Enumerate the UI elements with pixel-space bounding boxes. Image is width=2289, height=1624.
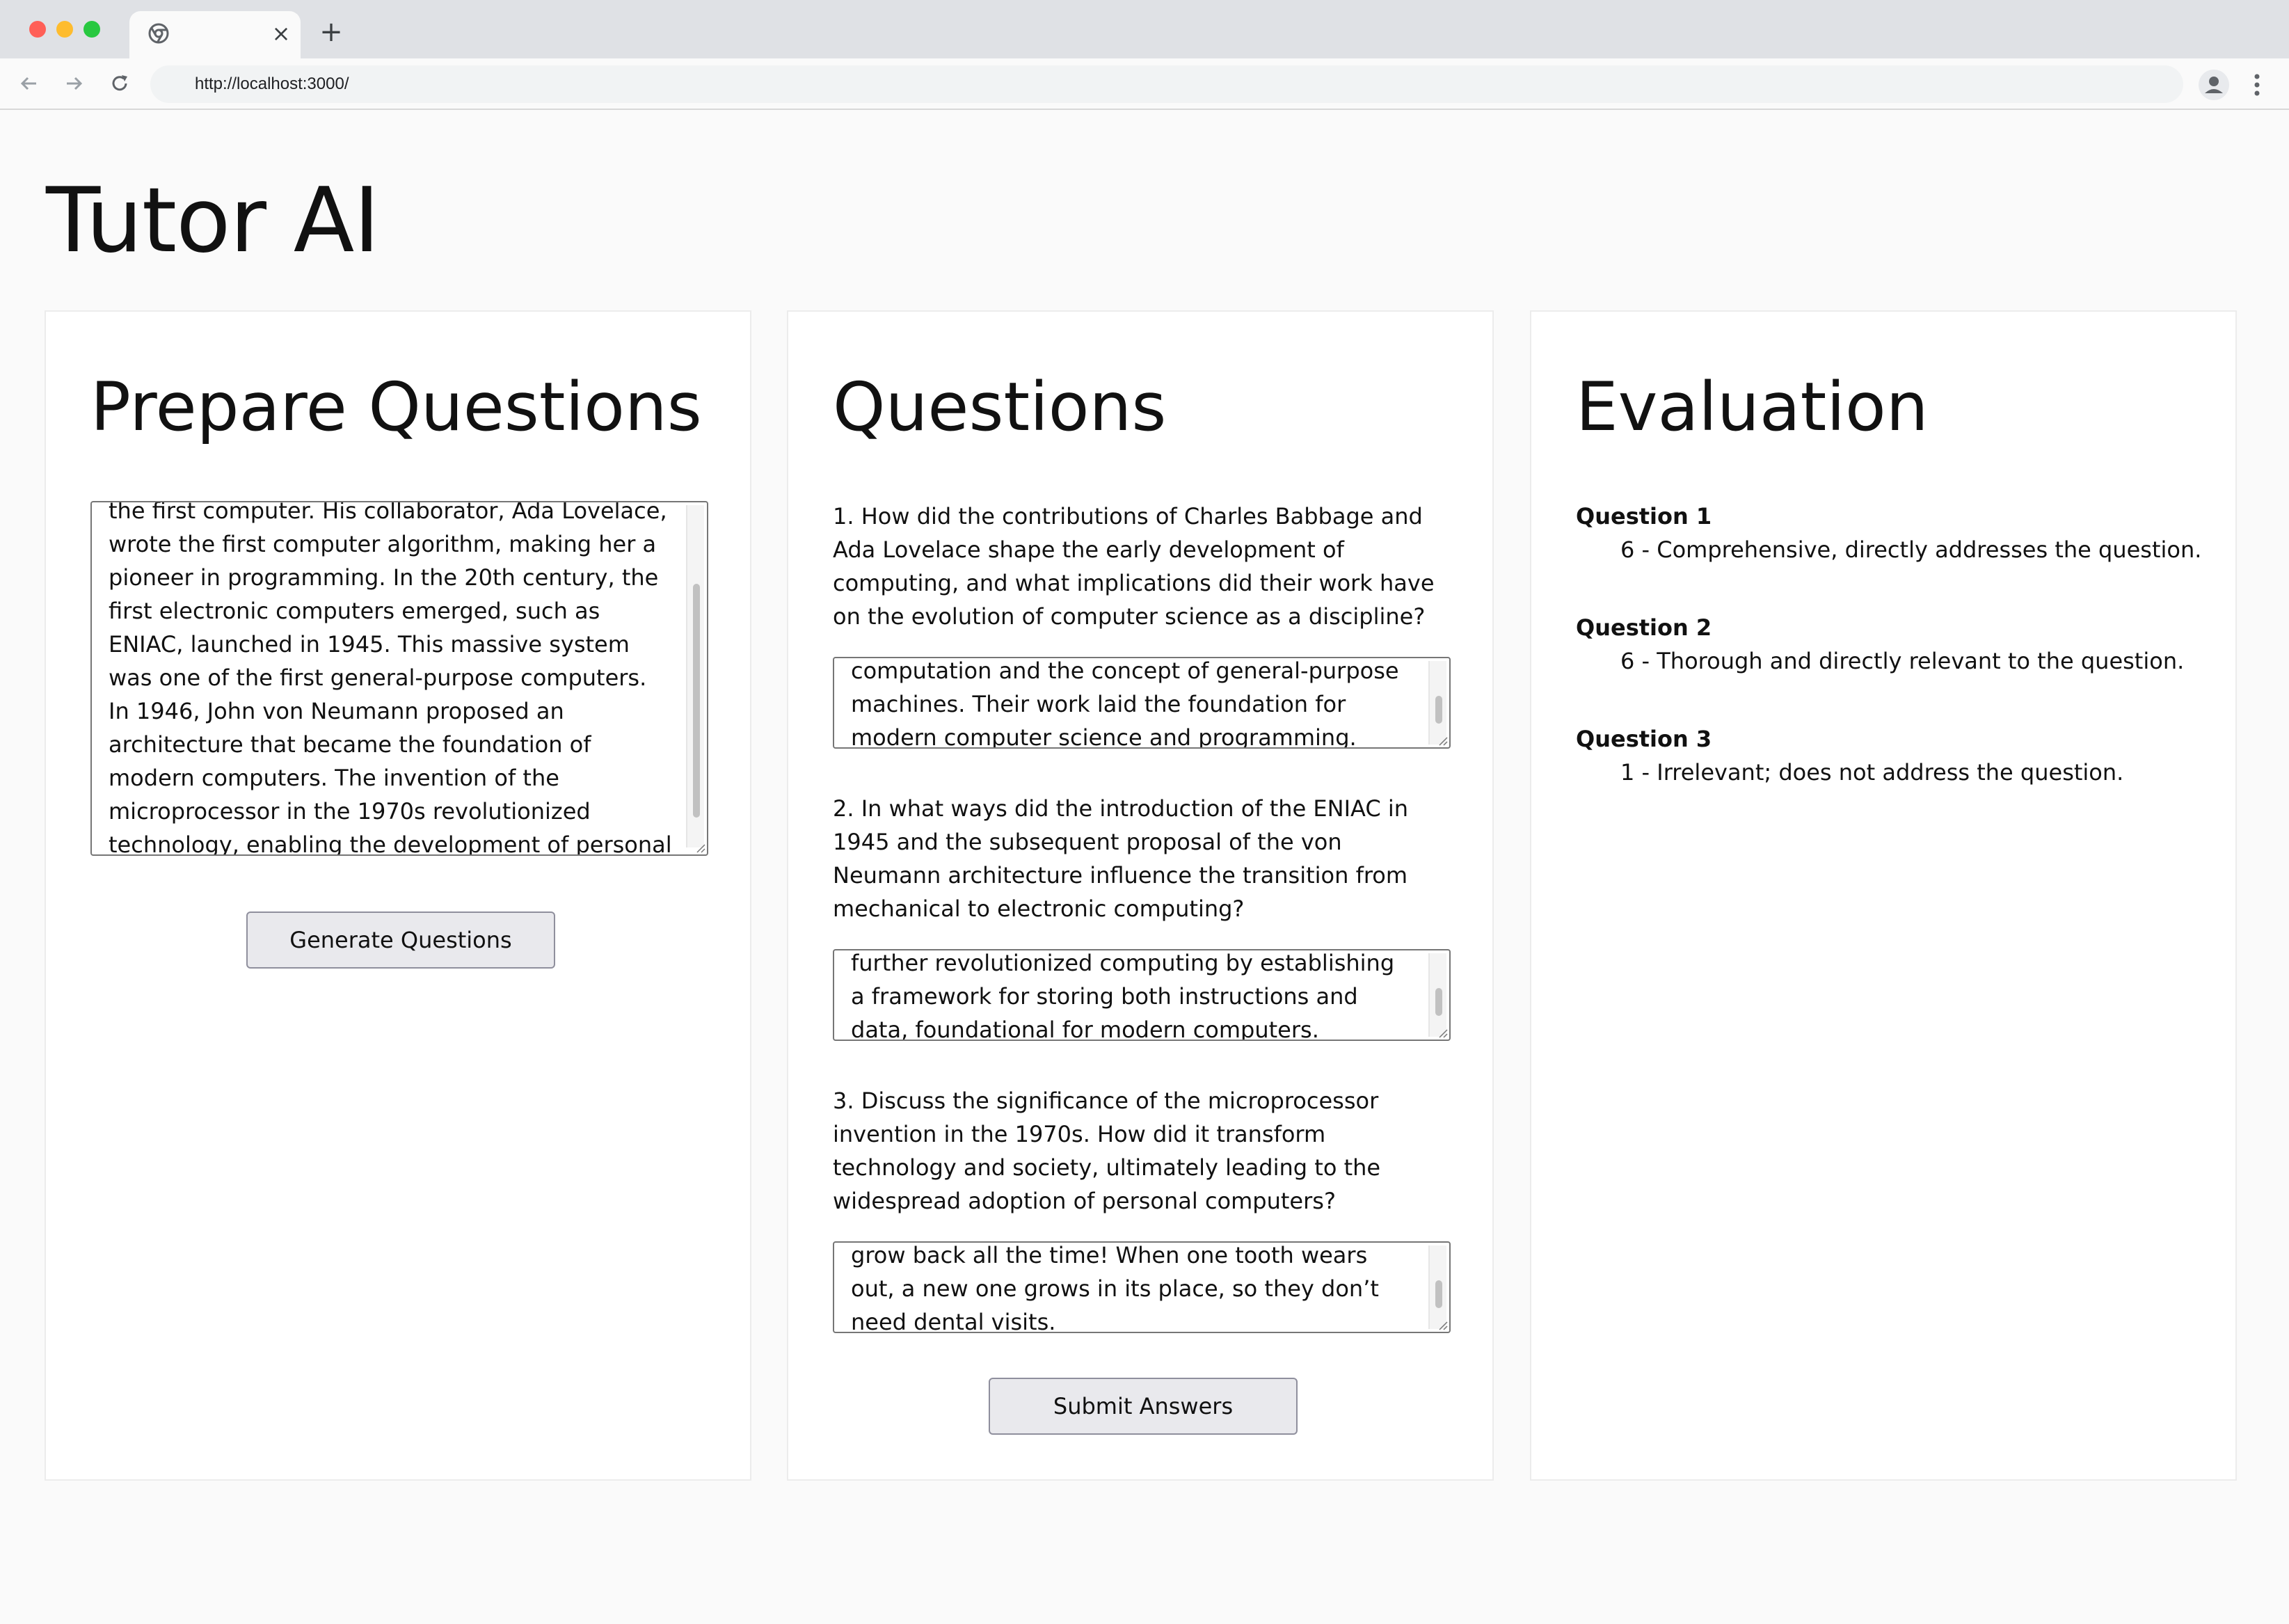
- answer-text: grow back all the time! When one tooth w…: [851, 1242, 1379, 1333]
- question-text: 1. How did the contributions of Charles …: [833, 503, 1435, 630]
- resize-grip-icon[interactable]: [1437, 1027, 1448, 1038]
- questions-heading: Questions: [833, 368, 1167, 446]
- answer-scrollbar[interactable]: [1428, 953, 1446, 1037]
- person-icon: [2205, 77, 2223, 93]
- address-bar[interactable]: http://localhost:3000/: [150, 65, 2183, 103]
- answer-field[interactable]: further revolutionized computing by esta…: [833, 949, 1451, 1041]
- profile-avatar-icon[interactable]: [2199, 70, 2229, 100]
- browser-tab-bar: × +: [0, 0, 2289, 58]
- resize-grip-icon[interactable]: [694, 842, 705, 853]
- answer-field[interactable]: grow back all the time! When one tooth w…: [833, 1241, 1451, 1333]
- submit-answers-button[interactable]: Submit Answers: [989, 1378, 1298, 1435]
- answer-scrollbar[interactable]: [1428, 661, 1446, 745]
- forward-arrow-icon[interactable]: [60, 70, 88, 97]
- kebab-menu-icon[interactable]: [2249, 71, 2265, 99]
- answer-field[interactable]: computation and the concept of general-p…: [833, 657, 1451, 749]
- source-scrollbar[interactable]: [686, 505, 704, 847]
- reload-icon[interactable]: [106, 70, 134, 97]
- answer-scrollbar-thumb[interactable]: [1435, 988, 1442, 1016]
- new-tab-icon[interactable]: +: [317, 18, 345, 46]
- answer-scrollbar-thumb[interactable]: [1435, 1280, 1442, 1308]
- answer-text: further revolutionized computing by esta…: [851, 950, 1395, 1041]
- evaluation-label: Question 1: [1576, 503, 1712, 530]
- browser-toolbar: http://localhost:3000/: [0, 58, 2289, 110]
- prepare-questions-panel: Prepare Questions the first computer. Hi…: [45, 310, 751, 1481]
- questions-panel: Questions 1. How did the contributions o…: [787, 310, 1494, 1481]
- resize-grip-icon[interactable]: [1437, 735, 1448, 746]
- chrome-icon: [148, 23, 169, 44]
- back-arrow-icon[interactable]: [15, 70, 43, 97]
- evaluation-text: 1 - Irrelevant; does not address the que…: [1620, 759, 2124, 786]
- question-text: 3. Discuss the significance of the micro…: [833, 1088, 1381, 1214]
- window-maximize-button[interactable]: [83, 21, 100, 38]
- evaluation-text: 6 - Comprehensive, directly addresses th…: [1620, 536, 2202, 563]
- evaluation-label: Question 3: [1576, 726, 1712, 752]
- page-title: Tutor AI: [46, 169, 380, 273]
- answer-text: computation and the concept of general-p…: [851, 658, 1399, 749]
- url-text: http://localhost:3000/: [195, 74, 349, 93]
- source-text-content: the first computer. His collaborator, Ad…: [109, 501, 672, 856]
- generate-questions-button[interactable]: Generate Questions: [246, 911, 555, 969]
- close-tab-icon[interactable]: ×: [267, 19, 295, 47]
- browser-tab[interactable]: ×: [129, 11, 301, 58]
- answer-scrollbar[interactable]: [1428, 1245, 1446, 1329]
- prepare-questions-heading: Prepare Questions: [90, 368, 702, 446]
- evaluation-item: Question 3 1 - Irrelevant; does not addr…: [1576, 722, 2202, 789]
- evaluation-item: Question 1 6 - Comprehensive, directly a…: [1576, 500, 2202, 566]
- source-scrollbar-thumb[interactable]: [693, 584, 700, 818]
- resize-grip-icon[interactable]: [1437, 1319, 1448, 1330]
- evaluation-panel: Evaluation Question 1 6 - Comprehensive,…: [1530, 310, 2237, 1481]
- question-text: 2. In what ways did the introduction of …: [833, 795, 1409, 922]
- window-close-button[interactable]: [29, 21, 46, 38]
- source-text-area[interactable]: the first computer. His collaborator, Ad…: [90, 501, 708, 856]
- answer-scrollbar-thumb[interactable]: [1435, 696, 1442, 724]
- evaluation-text: 6 - Thorough and directly relevant to th…: [1620, 648, 2185, 674]
- evaluation-item: Question 2 6 - Thorough and directly rel…: [1576, 611, 2202, 678]
- evaluation-heading: Evaluation: [1576, 368, 1929, 446]
- window-minimize-button[interactable]: [56, 21, 73, 38]
- evaluation-label: Question 2: [1576, 614, 1712, 641]
